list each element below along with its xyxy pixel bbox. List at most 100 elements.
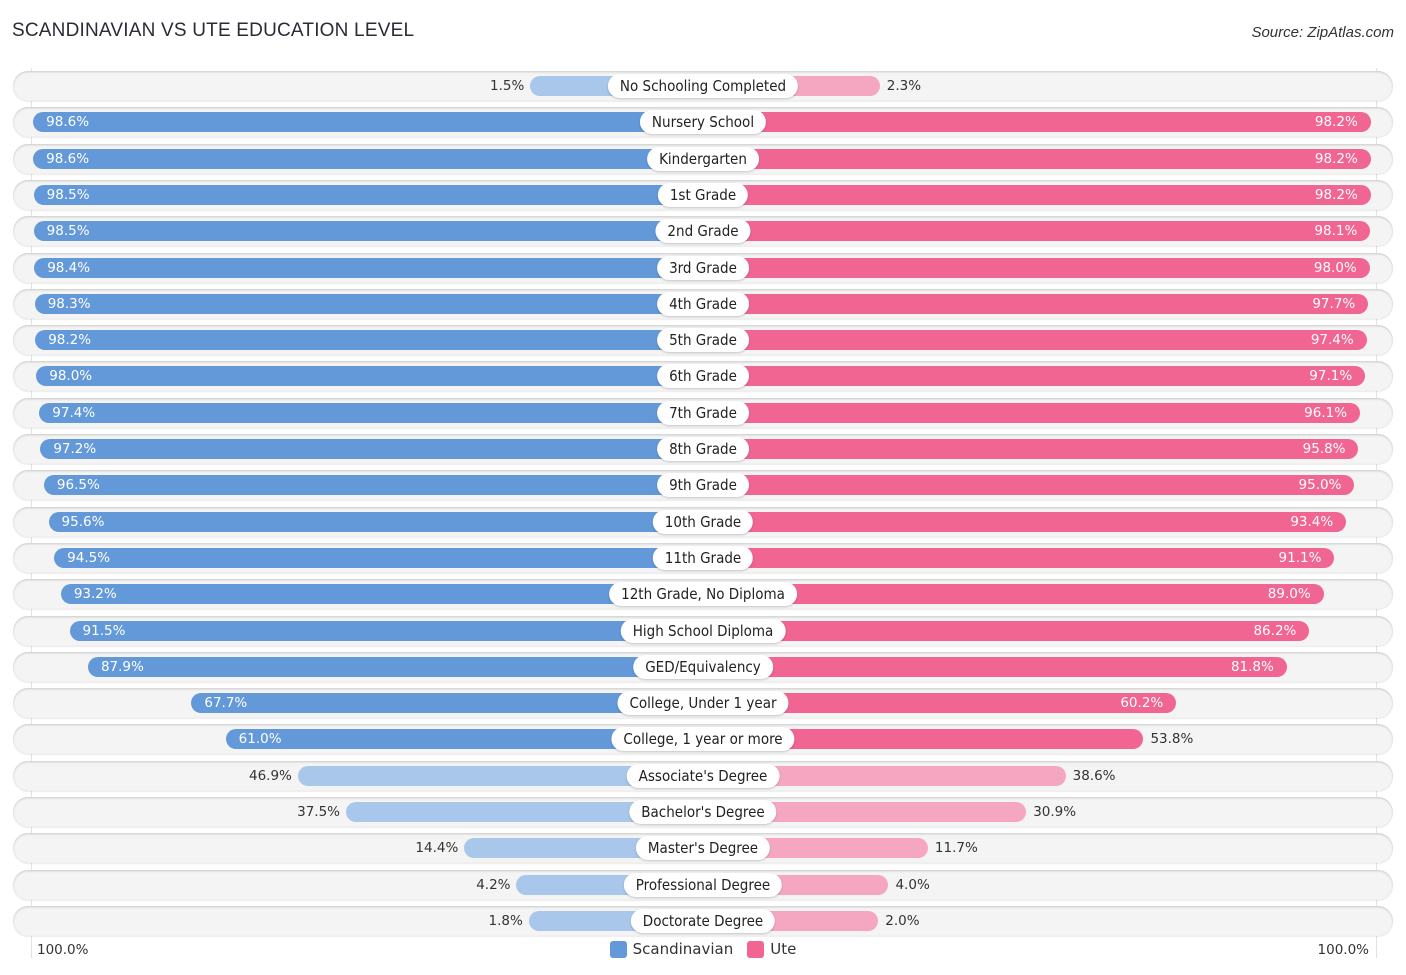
value-label-ute: 11.7% <box>934 840 978 857</box>
value-label-scandinavian: 61.0% <box>238 731 282 748</box>
value-label-ute: 91.1% <box>1278 549 1322 566</box>
value-label-ute: 98.2% <box>1314 114 1358 131</box>
value-label-ute: 86.2% <box>1253 622 1297 639</box>
value-label-ute: 98.0% <box>1313 259 1357 276</box>
bar-ute[interactable] <box>703 656 1287 677</box>
bar-scandinavian[interactable] <box>34 293 703 314</box>
value-label-scandinavian: 14.4% <box>415 840 459 857</box>
category-label: 4th Grade <box>657 291 749 316</box>
legend-swatch-scandinavian <box>609 940 627 958</box>
bar-scandinavian[interactable] <box>54 547 703 568</box>
value-label-ute: 97.7% <box>1312 295 1356 312</box>
category-label: College, Under 1 year <box>617 691 789 716</box>
value-label-ute: 93.4% <box>1290 513 1334 530</box>
category-label: High School Diploma <box>620 618 786 643</box>
bar-scandinavian[interactable] <box>69 620 703 641</box>
value-label-scandinavian: 93.2% <box>73 586 117 603</box>
legend-item-scandinavian[interactable]: Scandinavian <box>609 940 734 958</box>
category-label: 12th Grade, No Diploma <box>609 582 797 607</box>
value-label-scandinavian: 98.5% <box>46 186 90 203</box>
category-label: College, 1 year or more <box>611 727 795 752</box>
value-label-ute: 30.9% <box>1033 804 1077 820</box>
value-label-scandinavian: 1.5% <box>490 78 525 94</box>
value-label-scandinavian: 98.6% <box>46 114 90 131</box>
category-label: 6th Grade <box>657 364 749 389</box>
category-label: No Schooling Completed <box>607 74 799 98</box>
bar-scandinavian[interactable] <box>34 257 703 278</box>
bar-ute[interactable] <box>703 330 1367 351</box>
bar-ute[interactable] <box>703 511 1347 532</box>
category-label: 11th Grade <box>652 545 754 570</box>
bar-scandinavian[interactable] <box>36 366 703 387</box>
value-label-scandinavian: 87.9% <box>100 658 144 675</box>
value-label-scandinavian: 94.5% <box>67 549 111 566</box>
value-label-scandinavian: 97.2% <box>53 441 97 457</box>
value-label-scandinavian: 37.5% <box>297 804 340 820</box>
category-label: 9th Grade <box>657 473 749 498</box>
bar-scandinavian[interactable] <box>33 148 703 169</box>
value-label-scandinavian: 98.3% <box>47 295 91 312</box>
value-label-ute: 53.8% <box>1150 731 1194 748</box>
value-label-ute: 38.6% <box>1072 767 1116 784</box>
bar-scandinavian[interactable] <box>40 439 703 459</box>
bar-ute[interactable] <box>703 293 1369 314</box>
bar-scandinavian[interactable] <box>87 656 703 677</box>
bar-ute[interactable] <box>703 184 1371 205</box>
bar-ute[interactable] <box>703 148 1371 169</box>
bar-scandinavian[interactable] <box>48 511 703 532</box>
bar-scandinavian[interactable] <box>39 402 703 423</box>
bar-scandinavian[interactable] <box>33 112 703 133</box>
category-label: GED/Equivalency <box>633 654 773 679</box>
category-label: 1st Grade <box>657 182 749 207</box>
bar-scandinavian[interactable] <box>43 475 703 496</box>
category-label: Nursery School <box>639 110 767 135</box>
value-label-ute: 96.1% <box>1304 404 1348 421</box>
value-label-ute: 60.2% <box>1120 695 1164 712</box>
value-label-scandinavian: 97.4% <box>52 404 96 421</box>
value-label-ute: 2.3% <box>886 78 922 94</box>
category-label: 7th Grade <box>657 400 749 425</box>
value-label-scandinavian: 91.5% <box>82 622 126 639</box>
value-label-ute: 2.0% <box>885 912 920 929</box>
value-label-ute: 97.4% <box>1310 332 1354 349</box>
category-label: Kindergarten <box>647 146 759 171</box>
value-label-scandinavian: 98.0% <box>49 368 93 385</box>
legend-label-scandinavian: Scandinavian <box>632 940 734 958</box>
bar-ute[interactable] <box>703 112 1371 133</box>
value-label-scandinavian: 96.5% <box>56 477 100 494</box>
bar-scandinavian[interactable] <box>33 221 703 242</box>
value-label-scandinavian: 95.6% <box>61 513 105 530</box>
legend: Scandinavian Ute <box>0 940 1406 958</box>
bar-ute[interactable] <box>703 547 1335 568</box>
value-label-scandinavian: 98.2% <box>48 332 92 349</box>
value-label-ute: 97.1% <box>1309 368 1353 385</box>
bar-ute[interactable] <box>703 366 1366 387</box>
value-label-scandinavian: 46.9% <box>248 767 292 784</box>
value-label-ute: 98.1% <box>1314 223 1358 240</box>
bar-ute[interactable] <box>703 221 1371 242</box>
bar-scandinavian[interactable] <box>33 184 703 205</box>
category-label: Associate's Degree <box>626 763 780 788</box>
category-label: 3rd Grade <box>657 255 749 280</box>
value-label-ute: 95.0% <box>1298 477 1342 494</box>
bar-scandinavian[interactable] <box>60 584 703 605</box>
category-label: 10th Grade <box>652 509 754 534</box>
bar-ute[interactable] <box>703 257 1370 278</box>
value-label-ute: 4.0% <box>895 876 930 893</box>
value-label-ute: 89.0% <box>1267 586 1311 603</box>
value-label-scandinavian: 98.4% <box>47 259 91 276</box>
category-label: 5th Grade <box>657 328 749 353</box>
bar-scandinavian[interactable] <box>35 330 703 351</box>
value-label-ute: 98.2% <box>1314 150 1358 167</box>
value-label-scandinavian: 67.7% <box>204 695 248 712</box>
bar-ute[interactable] <box>703 439 1359 459</box>
category-label: 8th Grade <box>657 437 749 461</box>
legend-swatch-ute <box>747 940 765 958</box>
bar-ute[interactable] <box>703 402 1361 423</box>
bar-ute[interactable] <box>703 475 1355 496</box>
category-label: Professional Degree <box>623 872 783 897</box>
value-label-ute: 98.2% <box>1314 186 1358 203</box>
value-label-scandinavian: 98.6% <box>46 150 90 167</box>
legend-item-ute[interactable]: Ute <box>747 940 796 958</box>
bar-ute[interactable] <box>703 620 1310 641</box>
